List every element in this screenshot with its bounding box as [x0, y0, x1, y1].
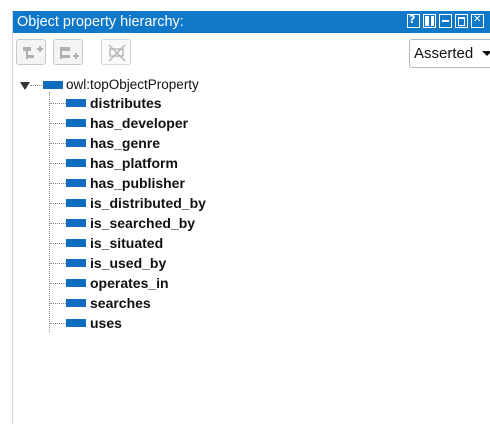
- tree-node[interactable]: distributes: [13, 94, 313, 114]
- tree-connector: [50, 283, 66, 284]
- chevron-down-icon: [482, 51, 490, 56]
- object-property-icon: [66, 319, 86, 327]
- panel-title: Object property hierarchy:: [17, 14, 184, 30]
- tree-node-label: is_searched_by: [90, 215, 196, 231]
- tree-connector: [50, 243, 66, 244]
- add-subproperty-icon: [23, 46, 43, 59]
- object-property-icon: [66, 259, 86, 267]
- tree-node[interactable]: uses: [13, 314, 313, 334]
- tree-connector: [50, 143, 66, 144]
- tree-connector: [50, 223, 66, 224]
- tree-node[interactable]: has_genre: [13, 134, 313, 154]
- tree-node[interactable]: has_developer: [13, 114, 313, 134]
- object-property-icon: [66, 99, 86, 107]
- view-mode-value: Asserted: [414, 45, 474, 62]
- tree-connector: [50, 323, 66, 324]
- minimize-icon[interactable]: [439, 14, 452, 28]
- tree-connector: [50, 203, 66, 204]
- tree-connector: [50, 103, 66, 104]
- tree-connector: [50, 303, 66, 304]
- tree-node[interactable]: is_situated: [13, 234, 313, 254]
- tree-connector: [50, 163, 66, 164]
- object-property-icon: [43, 81, 63, 89]
- tree-node-label: searches: [90, 295, 151, 311]
- tree-node-label: operates_in: [90, 275, 169, 291]
- tree-node[interactable]: operates_in: [13, 274, 313, 294]
- tree-node-label: is_situated: [90, 235, 164, 251]
- object-property-icon: [66, 279, 86, 287]
- maximize-icon[interactable]: [455, 14, 468, 28]
- tree-node-label: uses: [90, 315, 122, 331]
- object-property-icon: [66, 299, 86, 307]
- tree-connector: [30, 85, 42, 86]
- add-subproperty-button[interactable]: [16, 39, 46, 65]
- view-mode-dropdown[interactable]: Asserted: [409, 39, 490, 68]
- tree-node[interactable]: is_distributed_by: [13, 194, 313, 214]
- object-property-icon: [66, 219, 86, 227]
- panel-title-bar: Object property hierarchy:: [13, 11, 490, 33]
- object-property-icon: [66, 159, 86, 167]
- tree-node[interactable]: has_platform: [13, 154, 313, 174]
- delete-property-icon: [108, 44, 126, 62]
- tree-node-label: distributes: [90, 95, 162, 111]
- tree-node-label: is_distributed_by: [90, 195, 206, 211]
- add-sibling-property-button[interactable]: [53, 39, 83, 65]
- close-icon[interactable]: [471, 14, 484, 28]
- tree-node-label: has_genre: [90, 135, 161, 151]
- tree-node[interactable]: has_publisher: [13, 174, 313, 194]
- tree-root-label[interactable]: owl:topObjectProperty: [66, 77, 199, 92]
- help-icon[interactable]: [407, 13, 420, 28]
- object-property-icon: [66, 239, 86, 247]
- object-property-icon: [66, 139, 86, 147]
- tree-node[interactable]: is_searched_by: [13, 214, 313, 234]
- tree-connector: [50, 123, 66, 124]
- object-property-hierarchy-panel: Object property hierarchy: ? ✕ Asserted …: [12, 11, 490, 424]
- object-property-icon: [66, 119, 86, 127]
- add-sibling-property-icon: [60, 47, 79, 59]
- tree-node-label: has_platform: [90, 155, 178, 171]
- tree-connector: [50, 183, 66, 184]
- property-tree: owl:topObjectProperty distributes has_de…: [13, 75, 490, 424]
- delete-property-button[interactable]: [101, 39, 131, 65]
- tree-node-label: has_publisher: [90, 175, 185, 191]
- tree-node[interactable]: searches: [13, 294, 313, 314]
- object-property-icon: [66, 179, 86, 187]
- collapse-triangle-icon[interactable]: [20, 82, 30, 90]
- tree-node[interactable]: is_used_by: [13, 254, 313, 274]
- hierarchy-toolbar: Asserted: [13, 33, 490, 75]
- tree-node-label: is_used_by: [90, 255, 167, 271]
- tree-node-label: has_developer: [90, 115, 189, 131]
- tree-connector: [50, 263, 66, 264]
- split-icon[interactable]: [423, 14, 436, 28]
- object-property-icon: [66, 199, 86, 207]
